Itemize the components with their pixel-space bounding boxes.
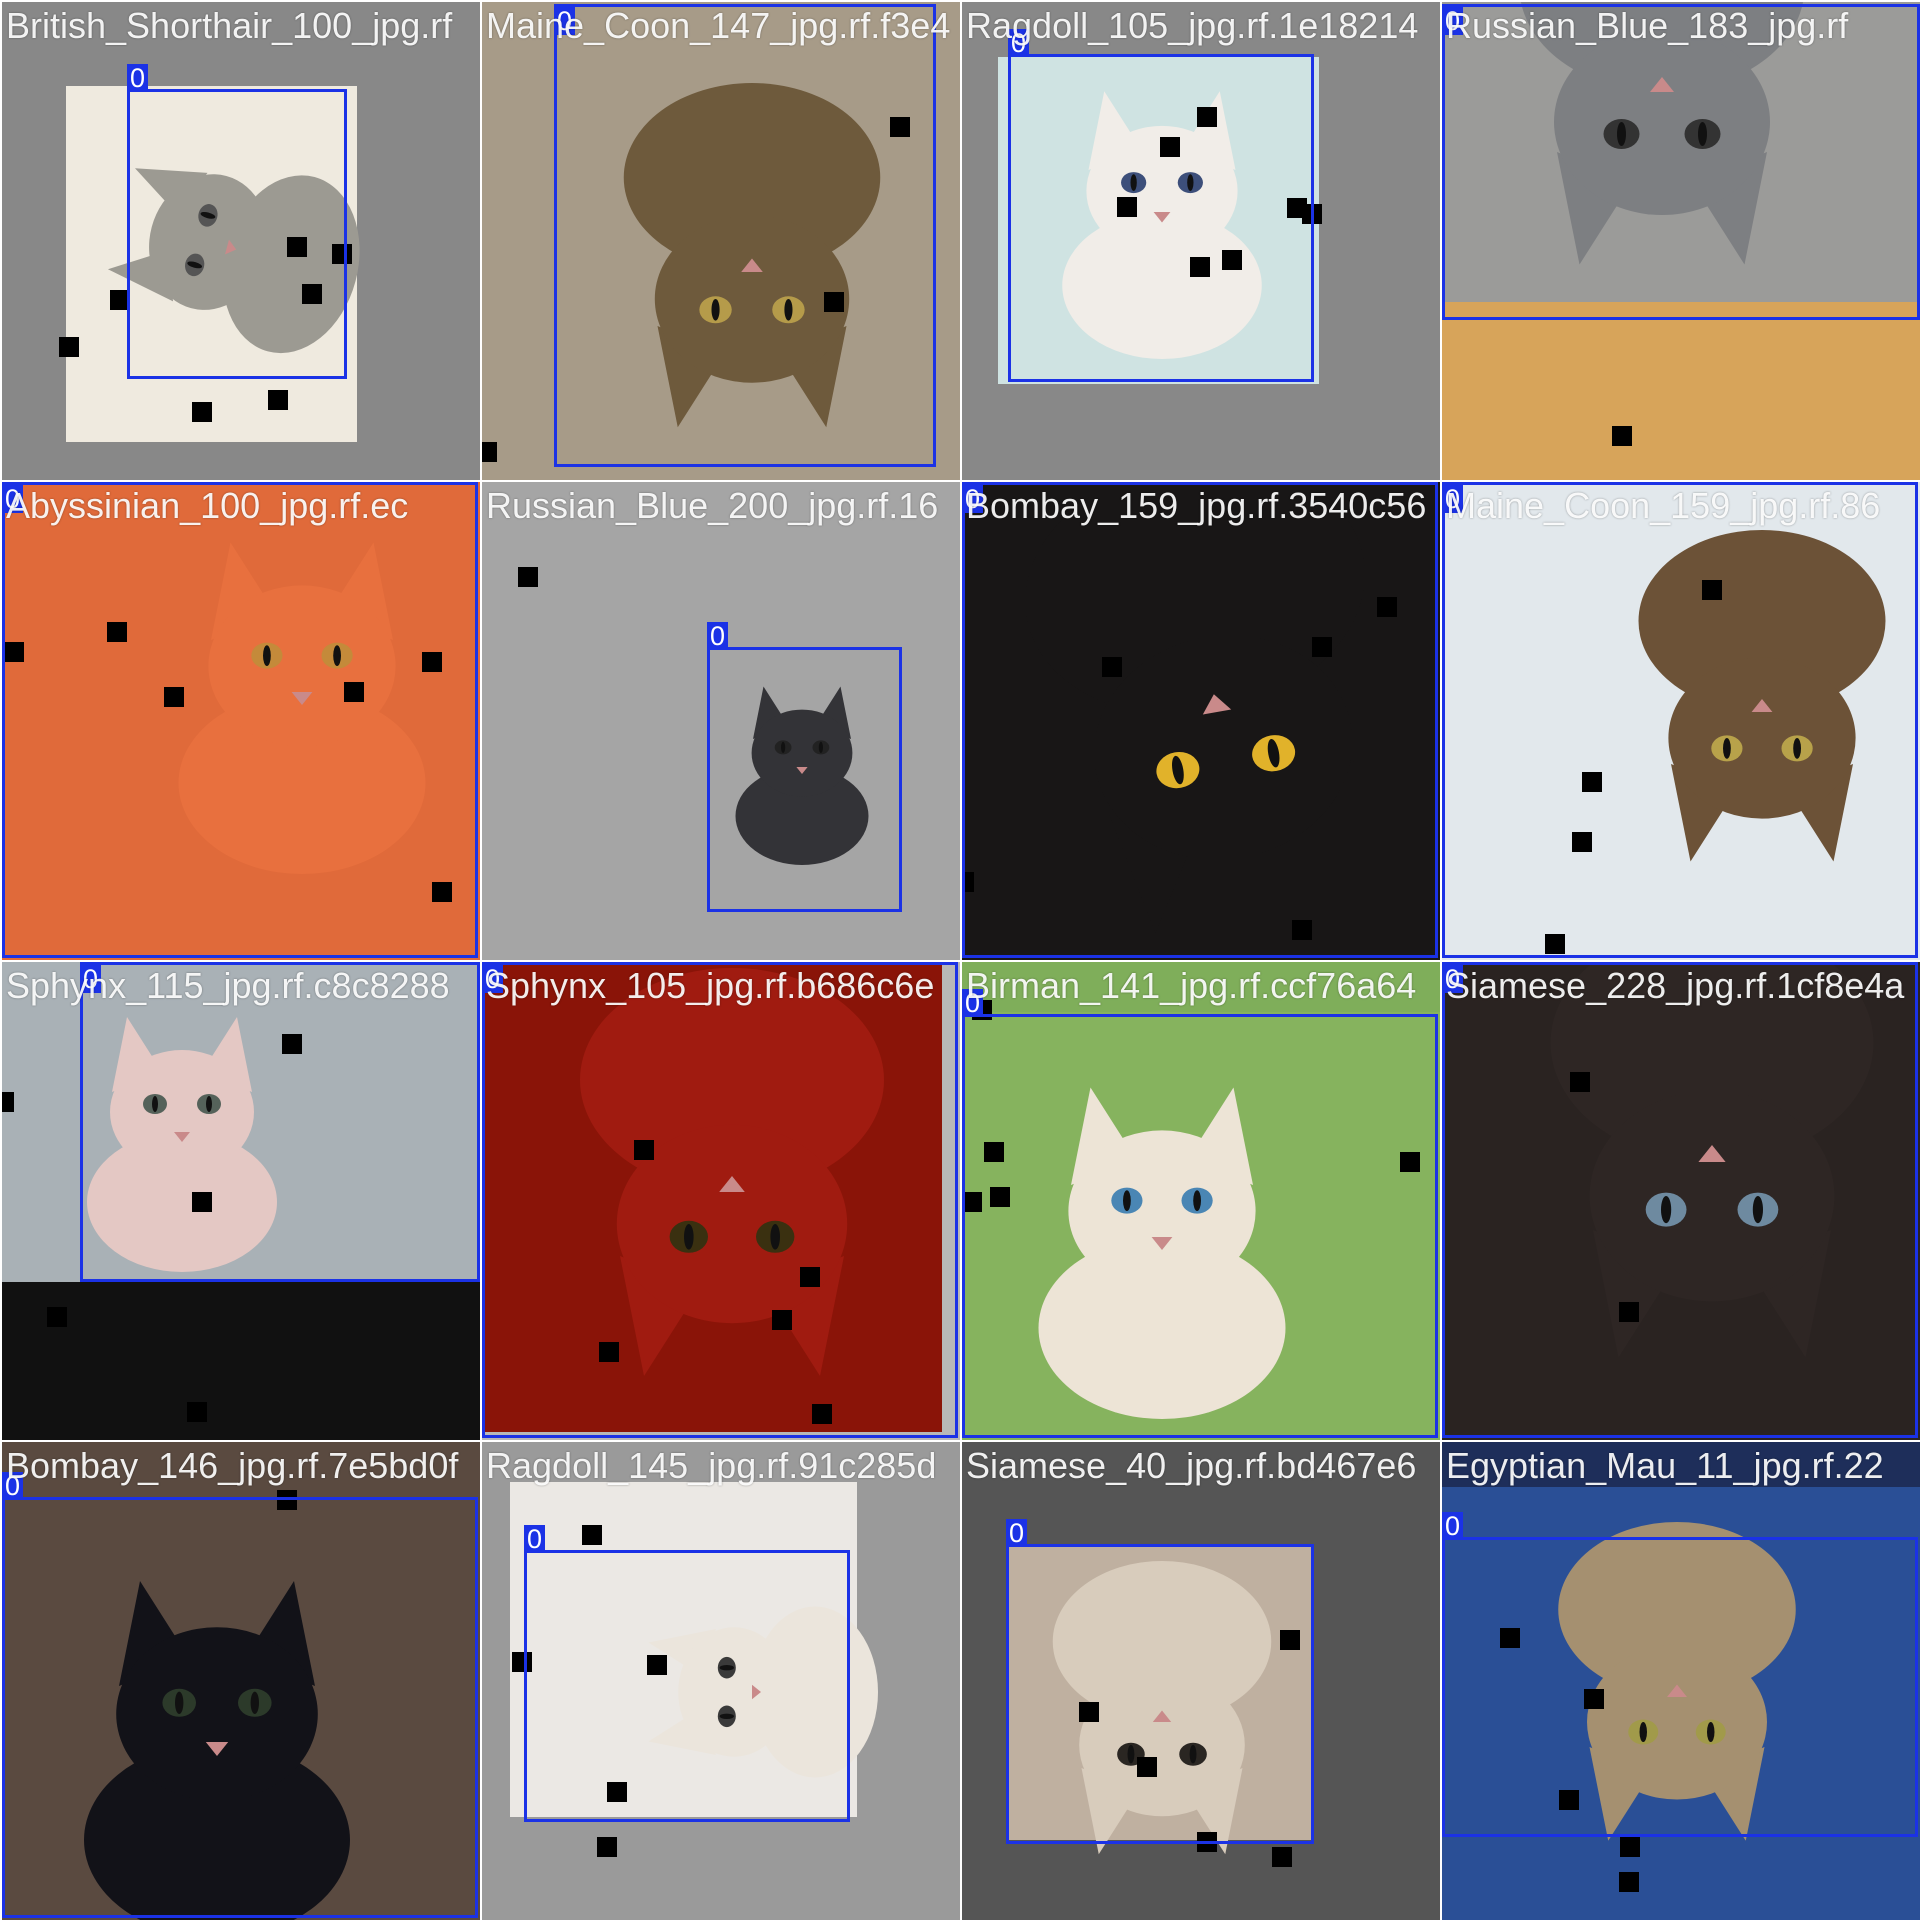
occlusion-square (1272, 1847, 1292, 1867)
filename-label: British_Shorthair_100_jpg.rf (6, 5, 453, 46)
occlusion-square (482, 442, 497, 462)
mosaic-tile: 0 Egyptian_Mau_11_jpg.rf.22 (1442, 1442, 1920, 1920)
occlusion-square (1612, 426, 1632, 446)
mosaic-tile: 0 Maine_Coon_159_jpg.rf.86 (1442, 482, 1920, 960)
class-label: 0 (524, 1525, 546, 1553)
occlusion-square (518, 567, 538, 587)
mosaic-tile: 0 Russian_Blue_183_jpg.rf (1442, 2, 1920, 480)
mosaic-tile: 0 British_Shorthair_100_jpg.rf (2, 2, 480, 480)
class-label: 0 (1006, 1519, 1028, 1547)
filename-label: Birman_141_jpg.rf.ccf76a64 (966, 965, 1417, 1006)
filename-label: Russian_Blue_200_jpg.rf.16 (486, 485, 939, 526)
occlusion-square (59, 337, 79, 357)
mosaic-tile: 0 Maine_Coon_147_jpg.rf.f3e4 (482, 2, 960, 480)
bounding-box: 0 (2, 1472, 478, 1918)
occlusion-square (582, 1525, 602, 1545)
filename-label: Bombay_146_jpg.rf.7e5bd0f (6, 1445, 459, 1486)
bounding-box: 0 (127, 64, 347, 379)
occlusion-square (2, 1092, 14, 1112)
occlusion-square (187, 1402, 207, 1422)
filename-label: Ragdoll_145_jpg.rf.91c285d (486, 1445, 937, 1486)
filename-label: Russian_Blue_183_jpg.rf (1446, 5, 1849, 46)
class-label: 0 (707, 622, 729, 650)
class-label: 0 (127, 64, 149, 92)
mosaic-tile: 0 Ragdoll_105_jpg.rf.1e18214 (962, 2, 1440, 480)
bounding-box: 0 (554, 4, 936, 467)
bounding-box: 0 (1442, 1512, 1918, 1837)
mosaic-tile: 0 Siamese_40_jpg.rf.bd467e6 (962, 1442, 1440, 1920)
filename-label: Maine_Coon_147_jpg.rf.f3e4 (486, 5, 951, 46)
bounding-box: 0 (80, 962, 480, 1282)
occlusion-square (1619, 1872, 1639, 1892)
bounding-box: 0 (1442, 962, 1918, 1438)
bounding-box: 0 (524, 1525, 850, 1822)
detection-mosaic: 0 British_Shorthair_100_jpg.rf 0 Maine_Coo… (0, 0, 1920, 1920)
filename-label: Ragdoll_105_jpg.rf.1e18214 (966, 5, 1419, 46)
bounding-box: 0 (482, 962, 958, 1438)
bounding-box: 0 (1008, 29, 1314, 382)
occlusion-square (268, 390, 288, 410)
bounding-box: 0 (962, 482, 1438, 958)
filename-label: Siamese_228_jpg.rf.1cf8e4a (1446, 965, 1905, 1006)
mosaic-tile: 0 Siamese_228_jpg.rf.1cf8e4a (1442, 962, 1920, 1440)
occlusion-square (597, 1837, 617, 1857)
bounding-box: 0 (2, 482, 478, 958)
mosaic-tile: 0 Sphynx_115_jpg.rf.c8c8288 (2, 962, 480, 1440)
filename-label: Abyssinian_100_jpg.rf.ec (6, 485, 409, 526)
filename-label: Sphynx_105_jpg.rf.b686c6e (486, 965, 935, 1006)
occlusion-square (47, 1307, 67, 1327)
bounding-box: 0 (1006, 1519, 1314, 1844)
filename-label: Siamese_40_jpg.rf.bd467e6 (966, 1445, 1417, 1486)
filename-label: Sphynx_115_jpg.rf.c8c8288 (6, 965, 450, 1006)
bounding-box: 0 (962, 989, 1438, 1438)
bounding-box: 0 (1442, 4, 1920, 320)
filename-label: Egyptian_Mau_11_jpg.rf.22 (1446, 1445, 1884, 1486)
bounding-box: 0 (707, 622, 902, 912)
occlusion-square (1620, 1837, 1640, 1857)
mosaic-tile: 0 Abyssinian_100_jpg.rf.ec (2, 482, 480, 960)
mosaic-tile: 0 Birman_141_jpg.rf.ccf76a64 (962, 962, 1440, 1440)
filename-label: Maine_Coon_159_jpg.rf.86 (1446, 485, 1881, 526)
mosaic-tile: 0 Ragdoll_145_jpg.rf.91c285d (482, 1442, 960, 1920)
mosaic-tile: 0 Sphynx_105_jpg.rf.b686c6e (482, 962, 960, 1440)
mosaic-tile: 0 Russian_Blue_200_jpg.rf.16 (482, 482, 960, 960)
bounding-box: 0 (1442, 482, 1918, 958)
mosaic-tile: 0 Bombay_159_jpg.rf.3540c56 (962, 482, 1440, 960)
class-label: 0 (1442, 1512, 1464, 1540)
occlusion-square (192, 402, 212, 422)
mosaic-tile: 0 Bombay_146_jpg.rf.7e5bd0f (2, 1442, 480, 1920)
filename-label: Bombay_159_jpg.rf.3540c56 (966, 485, 1427, 526)
